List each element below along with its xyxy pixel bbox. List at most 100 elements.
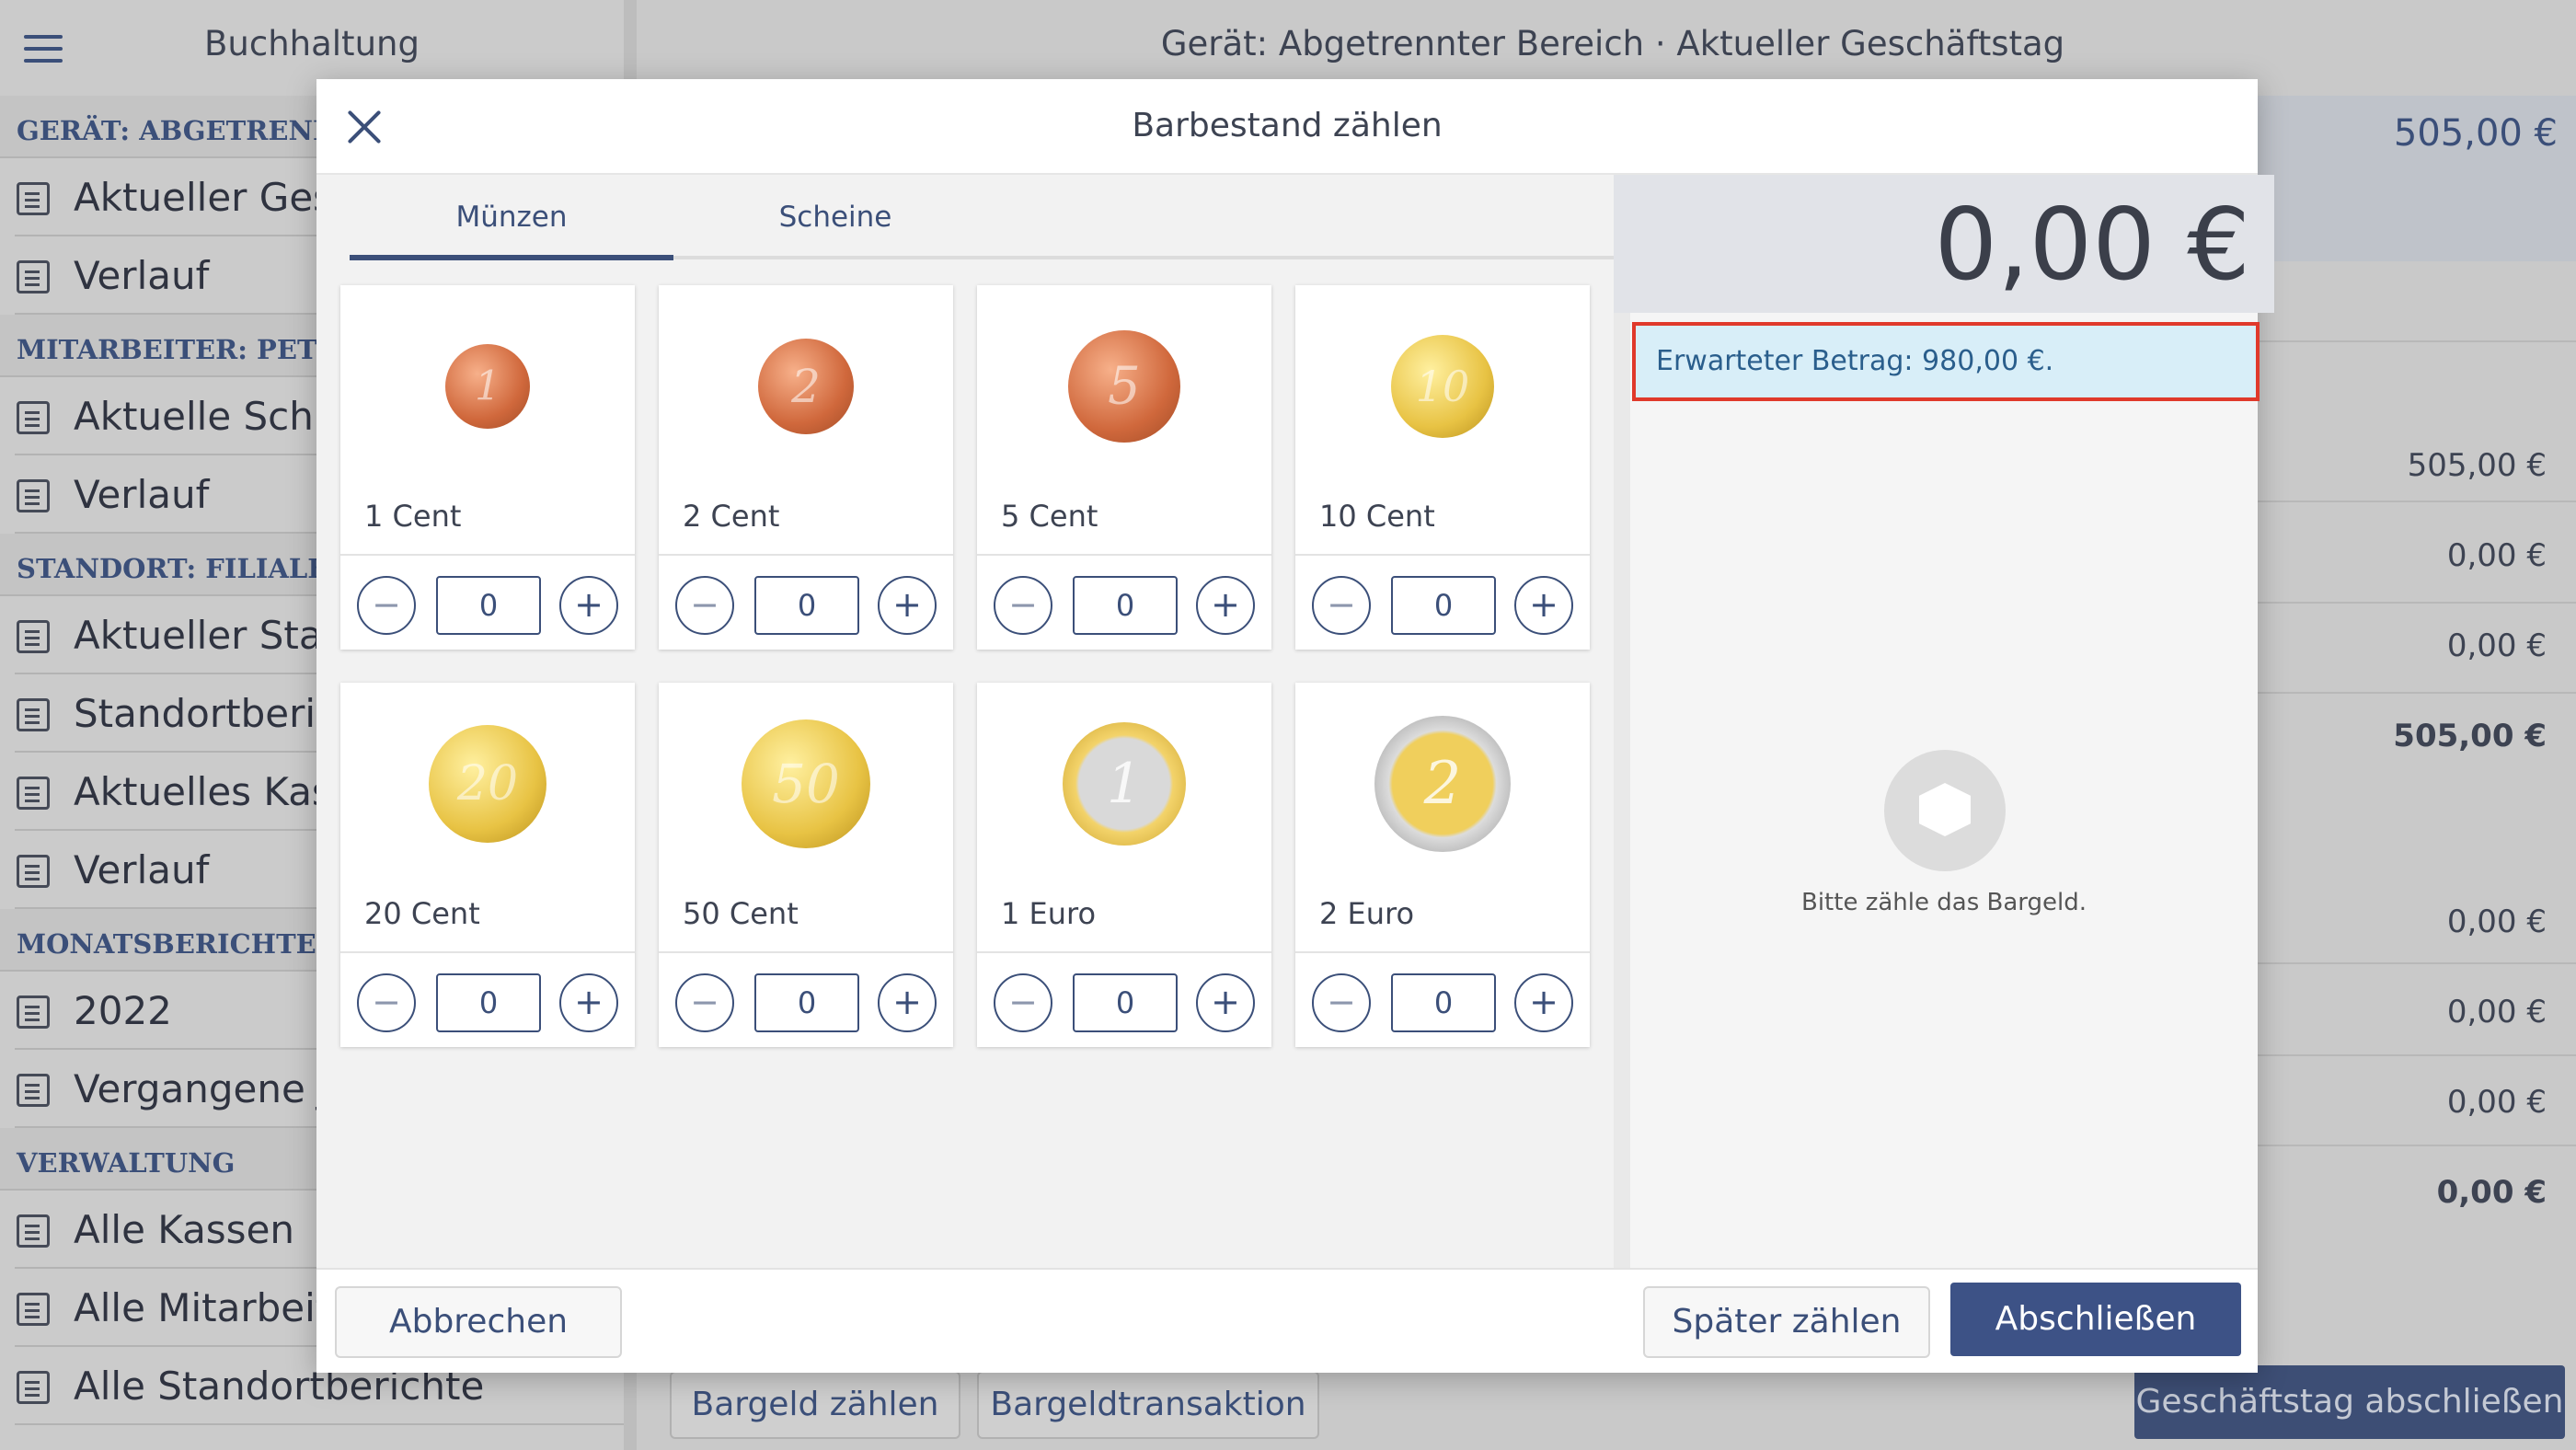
count-cash-dialog: Barbestand zählen Münzen Scheine 1 1 Cen… [316, 79, 2274, 1373]
sidebar-item-label: Verlauf [74, 472, 210, 517]
report-icon [17, 698, 50, 731]
expected-amount-notice: Erwarteter Betrag: 980,00 €. [1632, 322, 2260, 401]
count-later-button[interactable]: Später zählen [1643, 1286, 1930, 1358]
sidebar-title: Buchhaltung [204, 24, 420, 63]
summary-pane: 0,00 € Erwarteter Betrag: 980,00 €. Bitt… [1614, 175, 2274, 1268]
quantity-input[interactable]: 0 [1391, 576, 1496, 635]
history-icon [17, 1074, 50, 1107]
row-value: 0,00 € [2436, 1174, 2547, 1211]
register-icon [17, 1214, 50, 1248]
decrement-button[interactable]: − [357, 576, 416, 635]
people-icon [17, 1293, 50, 1326]
quantity-input[interactable]: 0 [436, 576, 541, 635]
dialog-header: Barbestand zählen [316, 79, 2258, 175]
decrement-button[interactable]: − [1312, 973, 1371, 1032]
decrement-button[interactable]: − [994, 576, 1052, 635]
quantity-stepper: − 0 + [977, 951, 1271, 1047]
coin-label: 50 Cent [683, 896, 799, 931]
increment-button[interactable]: + [559, 973, 618, 1032]
increment-button[interactable]: + [878, 973, 937, 1032]
total-display: 0,00 € [1614, 175, 2274, 313]
increment-button[interactable]: + [1514, 576, 1573, 635]
quantity-stepper: − 0 + [340, 951, 635, 1047]
sidebar-item-label: 2022 [74, 988, 172, 1033]
decrement-button[interactable]: − [675, 973, 734, 1032]
register-report-icon [17, 777, 50, 810]
sidebar-item-label: Alle Mitarbeite [74, 1285, 355, 1330]
tab-bar: Münzen Scheine [350, 175, 1614, 259]
coin-card: 5 5 Cent − 0 + [977, 285, 1271, 650]
box-icon [1884, 750, 2006, 871]
row-value: 505,00 € [2407, 447, 2547, 484]
coin-label: 2 Cent [683, 499, 780, 534]
close-business-day-button[interactable]: Geschäftstag abschließen [2134, 1365, 2565, 1439]
cancel-button[interactable]: Abbrechen [335, 1286, 622, 1358]
report-icon [17, 620, 50, 653]
counted-total: 0,00 € [1934, 188, 2250, 303]
coin-label: 10 Cent [1319, 499, 1435, 534]
shift-report-icon [17, 401, 50, 434]
summary-amount: 505,00 € [2393, 112, 2558, 155]
increment-button[interactable]: + [1196, 576, 1255, 635]
count-cash-button[interactable]: Bargeld zählen [670, 1371, 960, 1439]
report-icon [17, 182, 50, 215]
coin-card: 1 1 Cent − 0 + [340, 285, 635, 650]
quantity-input[interactable]: 0 [1073, 576, 1178, 635]
sidebar-item-label: Verlauf [74, 253, 210, 298]
row-value: 505,00 € [2393, 718, 2547, 754]
denomination-pane: Münzen Scheine 1 1 Cent − 0 + 2 2 Cent −… [316, 175, 1614, 1330]
decrement-button[interactable]: − [675, 576, 734, 635]
finish-button[interactable]: Abschließen [1950, 1283, 2241, 1356]
coin-label: 1 Euro [1001, 896, 1097, 931]
quantity-input[interactable]: 0 [754, 973, 859, 1032]
decrement-button[interactable]: − [994, 973, 1052, 1032]
coin-label: 5 Cent [1001, 499, 1098, 534]
coin-card: 20 20 Cent − 0 + [340, 683, 635, 1047]
coin-card: 1 1 Euro − 0 + [977, 683, 1271, 1047]
quantity-stepper: − 0 + [1295, 554, 1590, 650]
coin-20-cent-icon: 20 [429, 725, 546, 843]
increment-button[interactable]: + [1196, 973, 1255, 1032]
decrement-button[interactable]: − [1312, 576, 1371, 635]
empty-state-text: Bitte zähle das Bargeld. [1801, 889, 2087, 916]
sidebar-item-label: Verlauf [74, 847, 210, 892]
history-icon [17, 855, 50, 888]
history-icon [17, 260, 50, 293]
increment-button[interactable]: + [559, 576, 618, 635]
tab-coins[interactable]: Münzen [350, 175, 673, 259]
quantity-input[interactable]: 0 [436, 973, 541, 1032]
increment-button[interactable]: + [1514, 973, 1573, 1032]
row-value: 0,00 € [2446, 627, 2547, 664]
dialog-title: Barbestand zählen [1132, 107, 1443, 144]
quantity-input[interactable]: 0 [1073, 973, 1178, 1032]
coin-card: 2 2 Euro − 0 + [1295, 683, 1590, 1047]
dialog-footer: Abbrechen Später zählen Abschließen [316, 1268, 2258, 1373]
row-value: 0,00 € [2446, 1084, 2547, 1121]
page-title: Gerät: Abgetrennter Bereich · Aktueller … [1160, 24, 2065, 63]
coin-card: 10 10 Cent − 0 + [1295, 285, 1590, 650]
coin-2-euro-icon: 2 [1374, 716, 1511, 852]
cash-transaction-button[interactable]: Bargeldtransaktion [977, 1371, 1319, 1439]
row-value: 0,00 € [2446, 537, 2547, 574]
quantity-input[interactable]: 0 [754, 576, 859, 635]
row-value: 0,00 € [2446, 903, 2547, 940]
coin-label: 20 Cent [364, 896, 480, 931]
quantity-stepper: − 0 + [659, 554, 953, 650]
coin-card: 2 2 Cent − 0 + [659, 285, 953, 650]
decrement-button[interactable]: − [357, 973, 416, 1032]
quantity-stepper: − 0 + [977, 554, 1271, 650]
coin-5-cent-icon: 5 [1068, 330, 1180, 443]
quantity-stepper: − 0 + [1295, 951, 1590, 1047]
calendar-icon [17, 995, 50, 1029]
coin-1-cent-icon: 1 [445, 344, 530, 429]
sidebar-item-label: Alle Kassen [74, 1207, 295, 1252]
coin-label: 1 Cent [364, 499, 462, 534]
coin-50-cent-icon: 50 [742, 719, 870, 848]
quantity-stepper: − 0 + [340, 554, 635, 650]
increment-button[interactable]: + [878, 576, 937, 635]
coin-card: 50 50 Cent − 0 + [659, 683, 953, 1047]
tab-notes[interactable]: Scheine [673, 175, 997, 259]
quantity-input[interactable]: 0 [1391, 973, 1496, 1032]
coin-2-cent-icon: 2 [758, 339, 854, 434]
row-value: 0,00 € [2446, 994, 2547, 1030]
